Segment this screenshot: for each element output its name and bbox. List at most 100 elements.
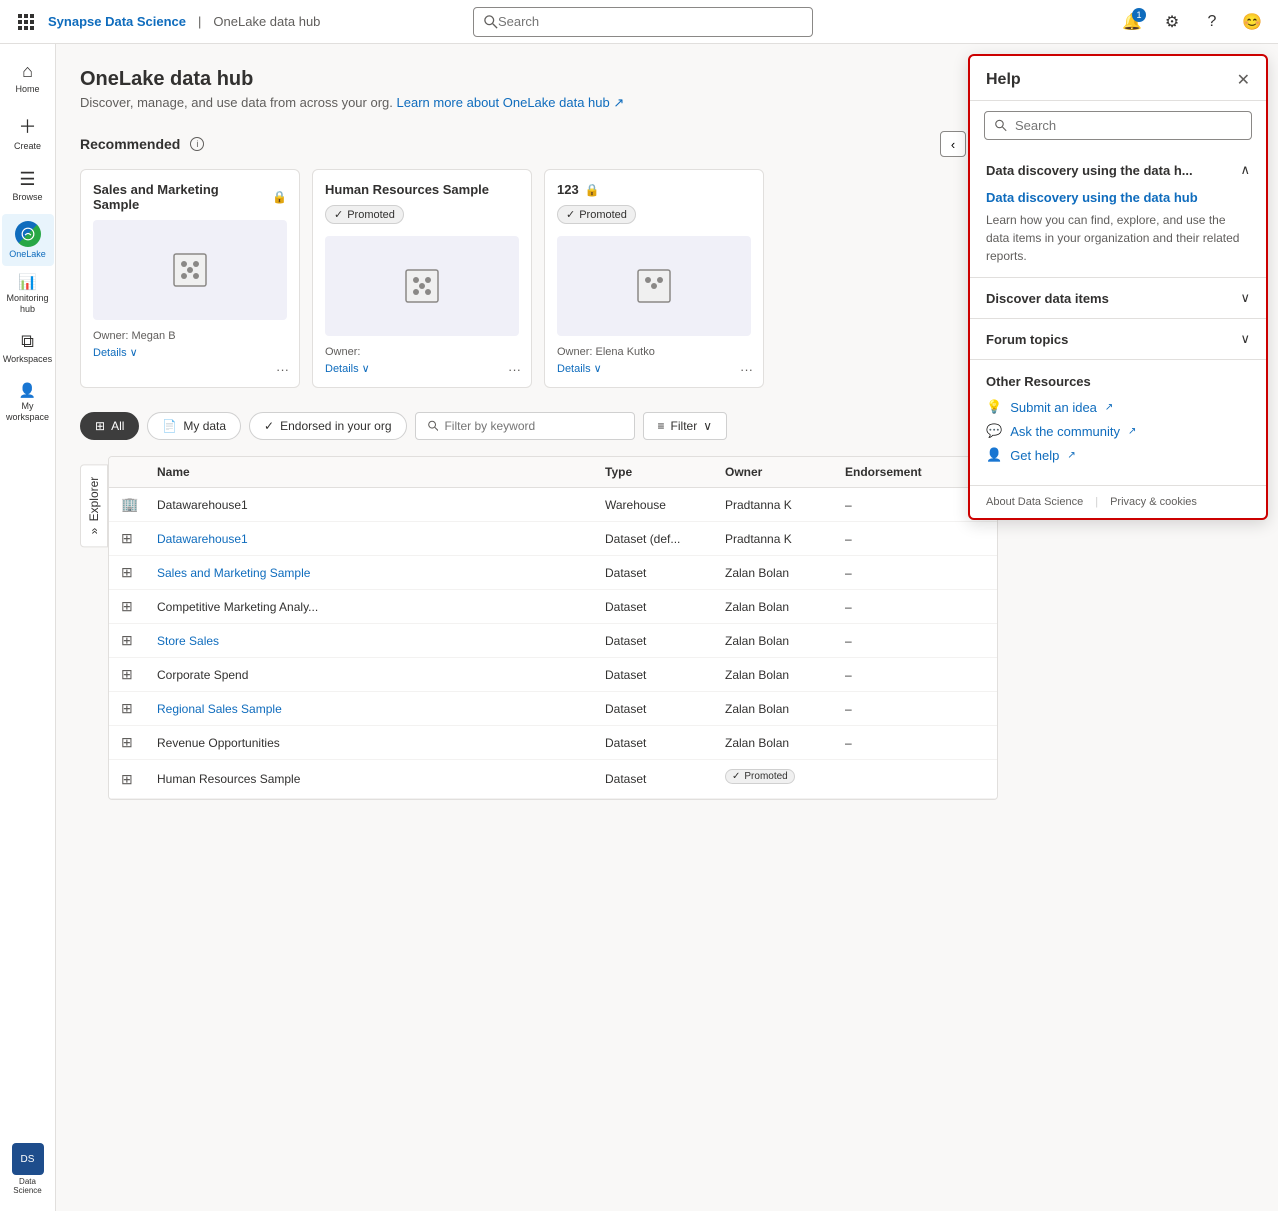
col-name: Name <box>157 465 605 479</box>
help-section-chevron-up-icon: ∧ <box>1240 162 1250 178</box>
help-panel: Help ✕ Data discovery using the data h..… <box>968 54 1268 520</box>
explorer-arrow-icon: » <box>87 528 101 535</box>
notification-badge: 1 <box>1132 8 1146 22</box>
brand-hub-name: OneLake data hub <box>213 14 320 29</box>
sidebar: ⌂ Home ＋ Create ☰ Browse OneLake 📊 Monit… <box>0 44 56 1211</box>
about-data-science-link[interactable]: About Data Science <box>986 496 1083 508</box>
monitoring-icon: 📊 <box>18 273 37 291</box>
help-search[interactable] <box>984 111 1252 140</box>
data-science-icon[interactable]: DS DataScience <box>12 1143 44 1195</box>
recommended-section-header: Recommended i ‹ › <box>80 131 998 157</box>
card-details-0[interactable]: Details ∨ <box>93 346 138 359</box>
filter-dropdown[interactable]: ≡ Filter ∨ <box>643 412 727 440</box>
lock-icon-2: 🔒 <box>585 183 600 197</box>
explorer-tab[interactable]: » Explorer <box>80 464 108 547</box>
recommended-info-icon[interactable]: i <box>190 137 204 151</box>
card-details-1[interactable]: Details ∨ <box>325 362 370 375</box>
sidebar-label-browse: Browse <box>12 192 42 203</box>
filter-my-data-button[interactable]: 📄 My data <box>147 412 241 440</box>
search-input[interactable] <box>498 14 802 29</box>
recommended-title: Recommended <box>80 136 180 152</box>
sidebar-item-create[interactable]: ＋ Create <box>2 106 54 158</box>
promoted-check-icon: ✓ <box>334 208 343 221</box>
sidebar-label-my-workspace: My workspace <box>6 401 50 423</box>
help-article-link[interactable]: Data discovery using the data hub <box>986 190 1250 205</box>
notification-icon[interactable]: 🔔 1 <box>1118 8 1146 36</box>
ask-community-icon: 💬 <box>986 423 1002 439</box>
help-icon[interactable]: ? <box>1198 8 1226 36</box>
waffle-icon[interactable] <box>12 8 40 36</box>
row-name-8: Human Resources Sample <box>157 772 605 786</box>
submit-idea-icon: 💡 <box>986 399 1002 415</box>
submit-idea-link[interactable]: 💡 Submit an idea ↗ <box>986 399 1250 415</box>
endorsed-icon: ✓ <box>264 419 274 433</box>
help-section-title-2: Forum topics <box>986 332 1068 347</box>
filter-endorsed-button[interactable]: ✓ Endorsed in your org <box>249 412 406 440</box>
brand-app-name: Synapse Data Science <box>48 14 186 29</box>
topbar-icons: 🔔 1 ⚙ ? 😊 <box>1118 8 1266 36</box>
row-owner-2: Zalan Bolan <box>725 566 845 580</box>
promoted-badge-1: ✓ true Promoted <box>325 205 404 224</box>
help-section-header-2[interactable]: Forum topics ∨ <box>970 319 1266 359</box>
help-close-button[interactable]: ✕ <box>1237 70 1250 90</box>
global-search[interactable] <box>473 7 813 37</box>
card-menu-2[interactable]: ··· <box>740 362 753 377</box>
filter-keyword-search[interactable] <box>415 412 635 440</box>
table-header: Name Type Owner Endorsement <box>109 457 997 488</box>
settings-icon[interactable]: ⚙ <box>1158 8 1186 36</box>
sidebar-item-monitoring[interactable]: 📊 Monitoring hub <box>2 268 54 320</box>
col-owner: Owner <box>725 465 845 479</box>
card-details-2[interactable]: Details ∨ <box>557 362 602 375</box>
table-row: ⊞ Sales and Marketing Sample Dataset Zal… <box>109 556 997 590</box>
filter-chevron-icon: ∨ <box>703 419 712 433</box>
card-menu-0[interactable]: ··· <box>276 362 289 377</box>
lock-icon-0: 🔒 <box>272 190 287 204</box>
nav-prev-button[interactable]: ‹ <box>940 131 966 157</box>
row-type-7: Dataset <box>605 736 725 750</box>
promoted-check-icon-8: ✓ <box>732 771 740 782</box>
row-type-0: Warehouse <box>605 498 725 512</box>
sidebar-item-onelake[interactable]: OneLake <box>2 214 54 266</box>
page-subtitle: Discover, manage, and use data from acro… <box>80 95 998 111</box>
privacy-cookies-link[interactable]: Privacy & cookies <box>1110 496 1197 508</box>
sidebar-item-my-workspace[interactable]: 👤 My workspace <box>2 376 54 428</box>
account-icon[interactable]: 😊 <box>1238 8 1266 36</box>
help-title: Help <box>986 71 1021 89</box>
row-endorsement-6: – <box>845 702 985 716</box>
row-owner-1: Pradtanna K <box>725 532 845 546</box>
row-name-5: Corporate Spend <box>157 668 605 682</box>
sidebar-item-browse[interactable]: ☰ Browse <box>2 160 54 212</box>
ask-community-link[interactable]: 💬 Ask the community ↗ <box>986 423 1250 439</box>
table-row: ⊞ Store Sales Dataset Zalan Bolan – <box>109 624 997 658</box>
other-resources-title: Other Resources <box>986 374 1250 389</box>
row-type-3: Dataset <box>605 600 725 614</box>
row-type-2: Dataset <box>605 566 725 580</box>
sidebar-item-home[interactable]: ⌂ Home <box>2 52 54 104</box>
help-section-header-1[interactable]: Discover data items ∨ <box>970 278 1266 318</box>
filter-all-button[interactable]: ⊞ All <box>80 412 139 440</box>
filter-icon: ≡ <box>658 419 665 433</box>
help-search-input[interactable] <box>1015 118 1241 133</box>
row-endorsement-1: – <box>845 532 985 546</box>
table-row: ⊞ Datawarehouse1 Dataset (def... Pradtan… <box>109 522 997 556</box>
col-endorsement: Endorsement <box>845 465 985 479</box>
get-help-link[interactable]: 👤 Get help ↗ <box>986 447 1250 463</box>
help-article-desc: Learn how you can find, explore, and use… <box>986 211 1250 265</box>
row-icon-6: ⊞ <box>121 700 157 717</box>
help-section-header-0[interactable]: Data discovery using the data h... ∧ <box>970 150 1266 190</box>
row-icon-4: ⊞ <box>121 632 157 649</box>
row-name-4: Store Sales <box>157 634 605 648</box>
sidebar-item-workspaces[interactable]: ⧉ Workspaces <box>2 322 54 374</box>
keyword-filter-input[interactable] <box>444 419 621 433</box>
card-menu-1[interactable]: ··· <box>508 362 521 377</box>
row-type-4: Dataset <box>605 634 725 648</box>
sidebar-label-create: Create <box>14 141 41 152</box>
row-icon-3: ⊞ <box>121 598 157 615</box>
learn-more-link[interactable]: Learn more about OneLake data hub ↗ <box>397 95 625 110</box>
promoted-check-icon-2: ✓ <box>566 208 575 221</box>
card-title-2: 123 🔒 <box>557 182 751 197</box>
onelake-icon <box>15 221 41 247</box>
table-row: ⊞ Competitive Marketing Analy... Dataset… <box>109 590 997 624</box>
filter-bar: ⊞ All 📄 My data ✓ Endorsed in your org ≡… <box>80 412 998 440</box>
brand-separator: | <box>198 14 201 29</box>
